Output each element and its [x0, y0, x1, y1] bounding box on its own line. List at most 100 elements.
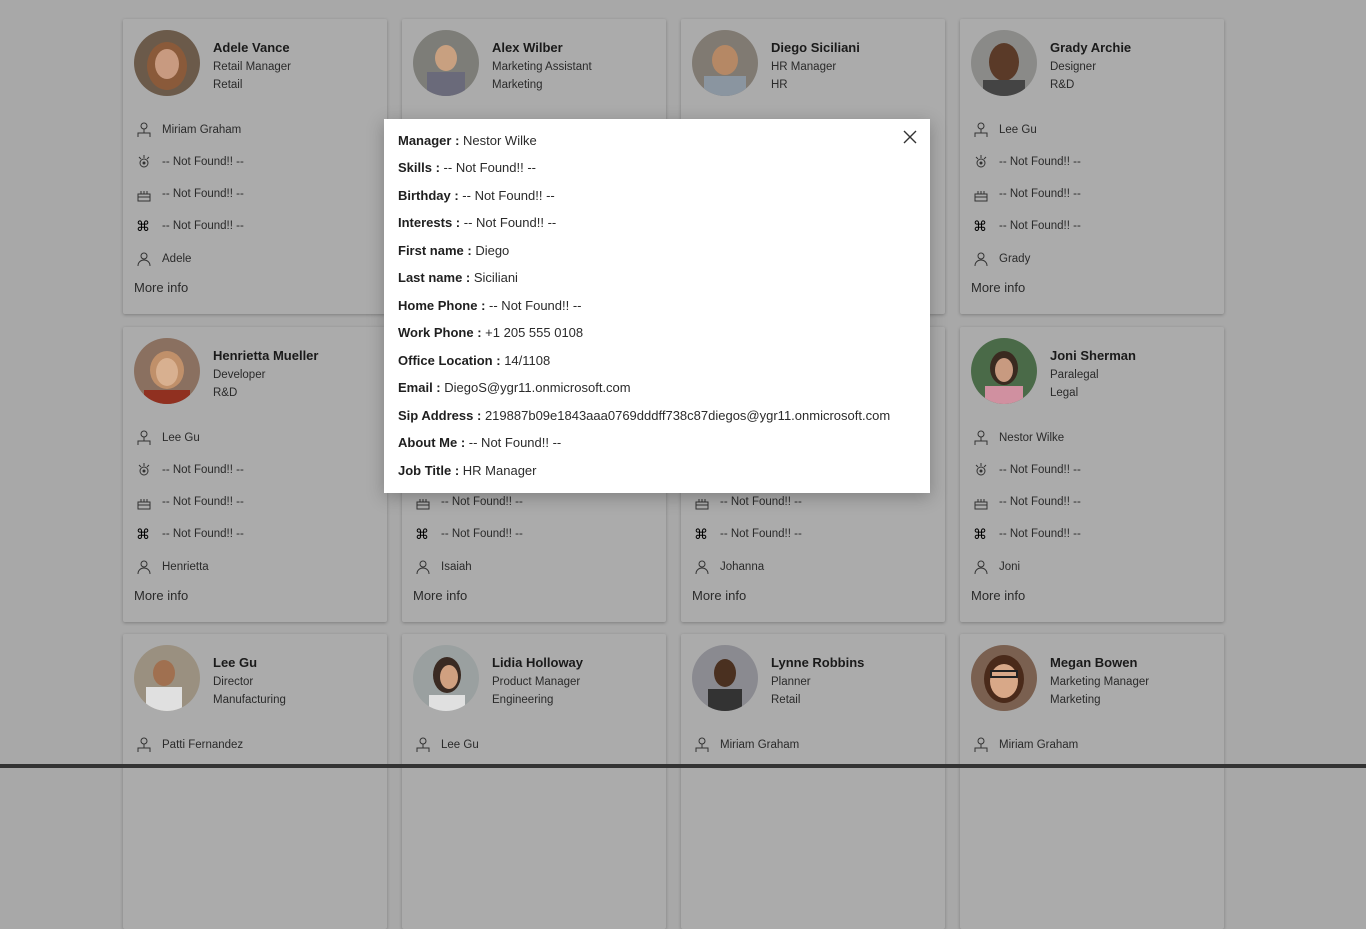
interests-row: ⌘ -- Not Found!! --	[973, 525, 1081, 543]
email-field: Email : DiegoS@ygr11.onmicrosoft.com	[398, 380, 631, 395]
first-name-field: First name : Diego	[398, 243, 510, 258]
avatar	[134, 30, 200, 96]
skills-gear-icon	[138, 463, 150, 476]
birthday-value: -- Not Found!! --	[999, 496, 1081, 508]
person-title: Product Manager	[492, 676, 581, 688]
person-name: Alex Wilber	[492, 40, 563, 55]
person-department: R&D	[213, 387, 238, 399]
avatar	[134, 338, 200, 404]
person-department: Engineering	[492, 694, 554, 706]
skills-row: -- Not Found!! --	[973, 461, 1081, 479]
person-title: Paralegal	[1050, 369, 1099, 381]
close-icon[interactable]	[902, 129, 918, 145]
skills-value: -- Not Found!! --	[162, 156, 244, 168]
manager-row: Patti Fernandez	[136, 736, 243, 754]
interests-value: -- Not Found!! --	[999, 220, 1081, 232]
birthday-cake-icon	[974, 499, 988, 510]
person-name: Diego Siciliani	[771, 40, 860, 55]
birthday-value: -- Not Found!! --	[441, 496, 523, 508]
bottom-edge-bar	[0, 764, 1366, 768]
command-icon: ⌘	[136, 218, 150, 234]
interests-row: ⌘ -- Not Found!! --	[136, 217, 244, 235]
org-person-icon	[137, 430, 151, 445]
avatar	[971, 645, 1037, 711]
person-name: Henrietta Mueller	[213, 348, 319, 363]
person-department: R&D	[1050, 79, 1075, 91]
interests-value: -- Not Found!! --	[441, 528, 523, 540]
person-card[interactable]: Grady Archie Designer R&D Lee Gu -- Not …	[960, 19, 1224, 314]
command-icon: ⌘	[415, 526, 429, 542]
skills-gear-icon	[975, 463, 987, 476]
skills-field: Skills : -- Not Found!! --	[398, 160, 537, 175]
person-card[interactable]: Henrietta Mueller Developer R&D Lee Gu -…	[123, 327, 387, 622]
last-name-field: Last name : Siciliani	[398, 270, 518, 285]
more-info-link[interactable]: More info	[134, 588, 188, 603]
person-name: Grady Archie	[1050, 40, 1132, 55]
manager-value: Nestor Wilke	[999, 432, 1065, 444]
interests-value: -- Not Found!! --	[162, 528, 244, 540]
person-department: Legal	[1050, 387, 1079, 399]
first-name-row: Joni	[973, 558, 1020, 576]
person-title: Marketing Manager	[1050, 676, 1150, 688]
person-department: Retail	[213, 79, 243, 91]
more-info-link[interactable]: More info	[971, 588, 1025, 603]
person-details-modal: Manager : Nestor Wilke Skills : -- Not F…	[384, 119, 930, 493]
more-info-link[interactable]: More info	[692, 588, 746, 603]
people-directory-page: Adele Vance Retail Manager Retail Miriam…	[0, 0, 1366, 929]
about-me-field: About Me : -- Not Found!! --	[398, 435, 562, 450]
interests-row: ⌘ -- Not Found!! --	[136, 525, 244, 543]
org-person-icon	[416, 737, 430, 752]
person-department: HR	[771, 79, 788, 91]
person-card[interactable]: Lidia Holloway Product Manager Engineeri…	[402, 634, 666, 929]
more-info-link[interactable]: More info	[413, 588, 467, 603]
first-name-row: Henrietta	[136, 558, 209, 576]
manager-row: Miriam Graham	[136, 121, 241, 139]
person-icon	[695, 560, 709, 575]
skills-gear-icon	[138, 155, 150, 168]
person-card[interactable]: Joni Sherman Paralegal Legal Nestor Wilk…	[960, 327, 1224, 622]
person-title: Director	[213, 676, 254, 688]
person-card[interactable]: Lynne Robbins Planner Retail Miriam Grah…	[681, 634, 945, 929]
person-title: Designer	[1050, 61, 1097, 73]
manager-value: Miriam Graham	[162, 124, 242, 136]
interests-row: ⌘ -- Not Found!! --	[694, 525, 802, 543]
org-person-icon	[695, 737, 709, 752]
command-icon: ⌘	[694, 526, 708, 542]
more-info-link[interactable]: More info	[971, 280, 1025, 295]
command-icon: ⌘	[973, 218, 987, 234]
person-card[interactable]: Adele Vance Retail Manager Retail Miriam…	[123, 19, 387, 314]
interests-row: ⌘ -- Not Found!! --	[973, 217, 1081, 235]
manager-row: Lee Gu	[973, 121, 1037, 139]
person-title: Planner	[771, 676, 811, 688]
work-phone-field: Work Phone : +1 205 555 0108	[398, 325, 584, 340]
interests-value: -- Not Found!! --	[162, 220, 244, 232]
first-name-value: Joni	[999, 561, 1021, 573]
manager-field: Manager : Nestor Wilke	[398, 133, 537, 148]
birthday-row: -- Not Found!! --	[973, 185, 1081, 203]
manager-row: Miriam Graham	[694, 736, 799, 754]
birthday-cake-icon	[974, 191, 988, 202]
person-name: Lidia Holloway	[492, 655, 584, 670]
more-info-link[interactable]: More info	[134, 280, 188, 295]
manager-row: Lee Gu	[415, 736, 479, 754]
person-title: Developer	[213, 369, 266, 381]
home-phone-field: Home Phone : -- Not Found!! --	[398, 298, 582, 313]
person-card[interactable]: Lee Gu Director Manufacturing Patti Fern…	[123, 634, 387, 929]
skills-value: -- Not Found!! --	[999, 464, 1081, 476]
avatar	[692, 30, 758, 96]
interests-row: ⌘ -- Not Found!! --	[415, 525, 523, 543]
org-person-icon	[974, 430, 988, 445]
birthday-value: -- Not Found!! --	[162, 188, 244, 200]
org-person-icon	[137, 737, 151, 752]
person-card[interactable]: Megan Bowen Marketing Manager Marketing …	[960, 634, 1224, 929]
person-icon	[416, 560, 430, 575]
skills-row: -- Not Found!! --	[136, 153, 244, 171]
first-name-value: Johanna	[720, 561, 765, 573]
birthday-field: Birthday : -- Not Found!! --	[398, 188, 555, 203]
first-name-value: Grady	[999, 253, 1031, 265]
skills-row: -- Not Found!! --	[136, 461, 244, 479]
person-department: Retail	[771, 694, 801, 706]
birthday-row: -- Not Found!! --	[136, 185, 244, 203]
birthday-row: -- Not Found!! --	[415, 493, 523, 511]
birthday-cake-icon	[695, 499, 709, 510]
